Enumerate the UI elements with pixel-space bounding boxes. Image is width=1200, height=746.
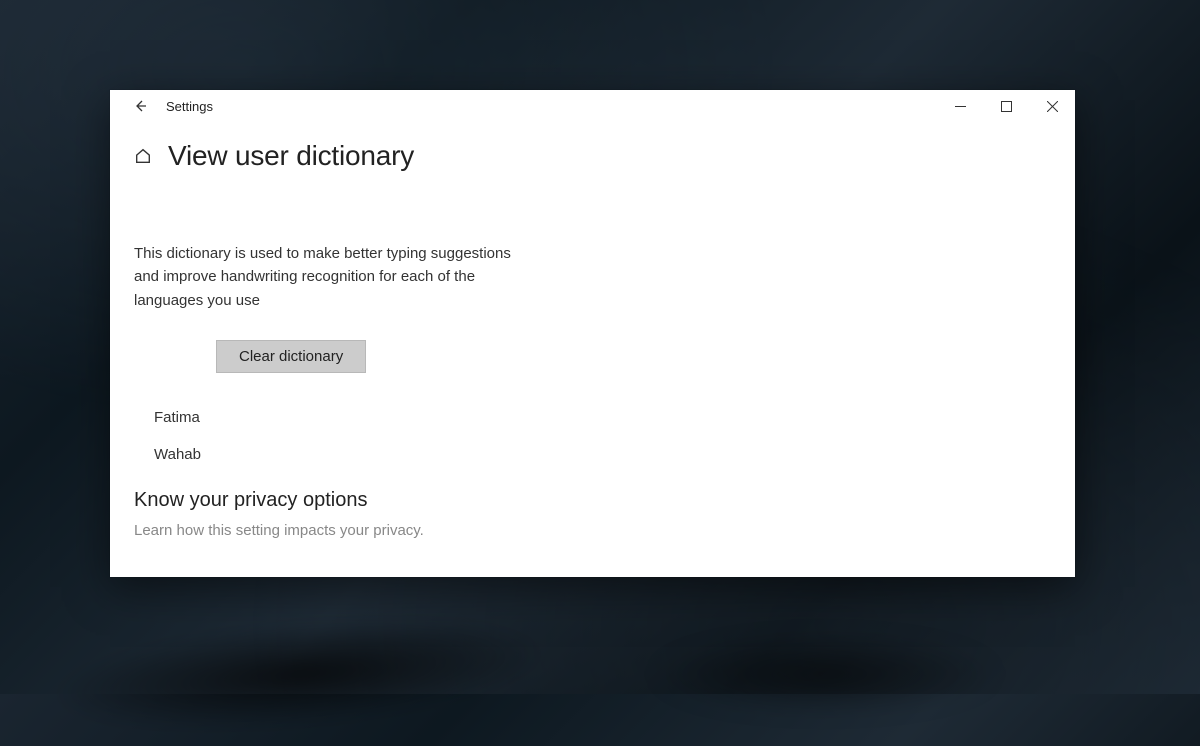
back-button[interactable] <box>124 90 156 122</box>
content-area: This dictionary is used to make better t… <box>110 172 1075 539</box>
close-button[interactable] <box>1029 90 1075 122</box>
maximize-icon <box>1001 101 1012 112</box>
minimize-icon <box>955 101 966 112</box>
page-header: View user dictionary <box>110 122 1075 172</box>
clear-dictionary-button[interactable]: Clear dictionary <box>216 340 366 373</box>
window-controls <box>937 90 1075 122</box>
settings-window: Settings <box>110 90 1075 577</box>
close-icon <box>1047 101 1058 112</box>
maximize-button[interactable] <box>983 90 1029 122</box>
privacy-section: Know your privacy options Learn how this… <box>134 489 1051 539</box>
list-item: Wahab <box>154 446 1051 463</box>
minimize-button[interactable] <box>937 90 983 122</box>
titlebar[interactable]: Settings <box>110 90 1075 122</box>
arrow-left-icon <box>132 98 148 114</box>
dictionary-description: This dictionary is used to make better t… <box>134 242 524 312</box>
home-button[interactable] <box>132 145 154 167</box>
list-item: Fatima <box>154 409 1051 426</box>
home-icon <box>134 147 152 165</box>
privacy-subtitle: Learn how this setting impacts your priv… <box>134 522 1051 539</box>
dictionary-word-list: Fatima Wahab <box>134 409 1051 463</box>
privacy-heading: Know your privacy options <box>134 489 1051 512</box>
app-title-label: Settings <box>166 99 213 114</box>
page-title: View user dictionary <box>168 140 414 172</box>
